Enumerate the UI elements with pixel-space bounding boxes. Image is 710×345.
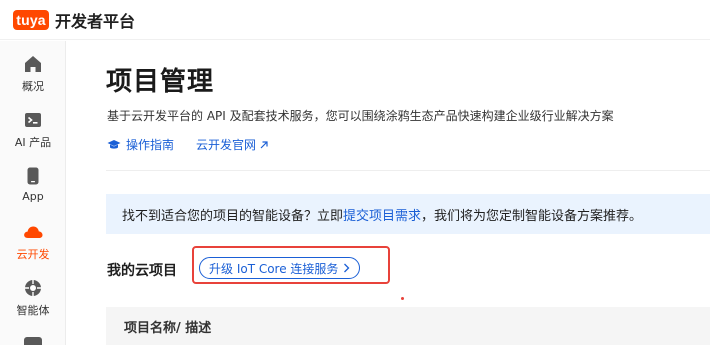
banner-text-suffix: ，我们将为您定制智能设备方案推荐。 — [421, 208, 643, 224]
table-header: 项目名称/ 描述 — [106, 307, 710, 345]
external-link-icon — [260, 140, 268, 148]
sidebar: 概况 AI 产品 App 云开发 智能体 — [0, 41, 66, 345]
operation-guide-label: 操作指南 — [126, 138, 175, 152]
banner-text-prefix: 找不到适合您的项目的智能设备？立即 — [122, 208, 344, 224]
sidebar-item-app[interactable]: App — [0, 165, 66, 203]
top-header: tuya 开发者平台 — [0, 0, 710, 40]
operation-guide-link[interactable]: 操作指南 — [107, 136, 174, 153]
sidebar-item-ai-product[interactable]: AI 产品 — [0, 109, 66, 150]
sidebar-item-agent[interactable]: 智能体 — [0, 277, 66, 318]
chevron-right-icon — [344, 263, 350, 273]
sidebar-item-label: 智能体 — [16, 304, 50, 317]
upgrade-button-label: 升级 IoT Core 连接服务 — [209, 261, 339, 276]
help-links: 操作指南 云开发官网 — [107, 136, 269, 153]
divider — [106, 170, 710, 171]
page-description: 基于云开发平台的 API 及配套技术服务，您可以围绕涂鸦生态产品快速构建企业级行… — [107, 109, 614, 123]
section-title: 我的云项目 — [107, 263, 177, 279]
sidebar-item-overview[interactable]: 概况 — [0, 53, 66, 94]
graduation-cap-icon — [107, 139, 121, 149]
marker-dot — [401, 297, 404, 300]
sidebar-item-cloud-dev[interactable]: 云开发 — [0, 221, 66, 262]
cloud-dev-site-link[interactable]: 云开发官网 — [196, 136, 269, 153]
cloud-dev-site-label: 云开发官网 — [196, 138, 257, 152]
agent-icon — [22, 277, 44, 299]
cloud-icon — [22, 221, 44, 243]
home-icon — [22, 53, 44, 75]
sidebar-item-label: 概况 — [22, 80, 44, 93]
page-title: 项目管理 — [106, 67, 215, 97]
column-header-project-name: 项目名称/ 描述 — [124, 320, 212, 336]
submit-requirement-link[interactable]: 提交项目需求 — [343, 205, 421, 224]
main-content: 项目管理 基于云开发平台的 API 及配套技术服务，您可以围绕涂鸦生态产品快速构… — [66, 41, 710, 345]
terminal-icon — [22, 109, 44, 131]
phone-icon — [22, 165, 44, 187]
upgrade-iot-core-button[interactable]: 升级 IoT Core 连接服务 — [199, 257, 361, 279]
sidebar-item-label: App — [22, 190, 44, 203]
requirement-banner: 找不到适合您的项目的智能设备？立即 提交项目需求 ，我们将为您定制智能设备方案推… — [106, 194, 710, 234]
tuya-logo[interactable]: tuya — [13, 9, 49, 30]
sidebar-next-item-icon — [24, 337, 42, 345]
brand-title: 开发者平台 — [55, 11, 136, 31]
sidebar-item-label: 云开发 — [16, 248, 50, 261]
sidebar-item-label: AI 产品 — [14, 136, 52, 149]
